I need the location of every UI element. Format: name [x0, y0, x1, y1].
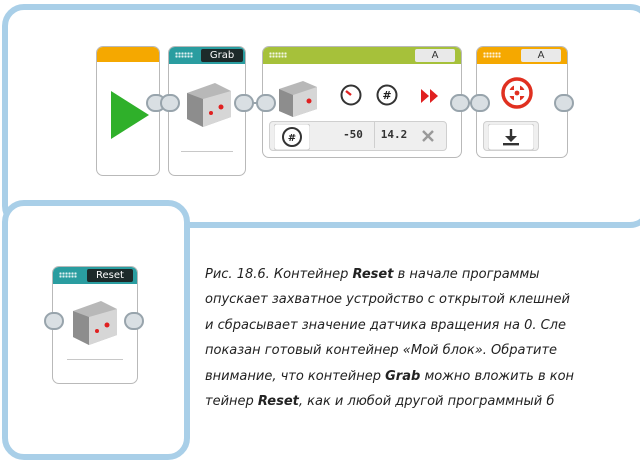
motor-input-connector[interactable]	[256, 94, 276, 112]
motor-block[interactable]: A # # -50 14.2	[262, 46, 462, 158]
motor-port-label: A	[415, 49, 455, 62]
download-icon[interactable]	[488, 124, 534, 150]
close-icon[interactable]	[420, 128, 436, 144]
play-icon[interactable]	[103, 87, 153, 143]
rotation-sensor-icon	[501, 77, 533, 109]
motor-icon	[279, 81, 317, 117]
brake-icon	[421, 89, 438, 103]
motor-parameters: # -50 14.2	[269, 121, 447, 151]
myblock-icon	[73, 301, 117, 345]
counter-icon[interactable]: #	[274, 124, 310, 150]
grab-output-connector[interactable]	[234, 94, 254, 112]
reset-input-connector[interactable]	[44, 312, 64, 330]
power-gauge-icon	[340, 84, 362, 106]
sensor-output-connector[interactable]	[554, 94, 574, 112]
myblock-icon	[187, 83, 231, 127]
figure-caption: Рис. 18.6. Контейнер Reset в начале прог…	[205, 267, 575, 410]
power-value[interactable]: -50	[334, 122, 372, 148]
rotations-icon: #	[376, 84, 398, 106]
grab-block[interactable]: Grab	[168, 46, 246, 176]
motor-output-connector[interactable]	[450, 94, 470, 112]
grab-block-label: Grab	[201, 49, 243, 62]
svg-text:#: #	[382, 89, 391, 102]
reset-block-label: Reset	[87, 269, 133, 282]
reset-output-connector[interactable]	[124, 312, 144, 330]
svg-text:#: #	[288, 133, 296, 144]
sensor-port-label: A	[521, 49, 561, 62]
rotations-value[interactable]: 14.2	[374, 122, 413, 148]
sensor-input-connector[interactable]	[470, 94, 490, 112]
sensor-mode	[483, 121, 539, 151]
grab-input-connector[interactable]	[160, 94, 180, 112]
